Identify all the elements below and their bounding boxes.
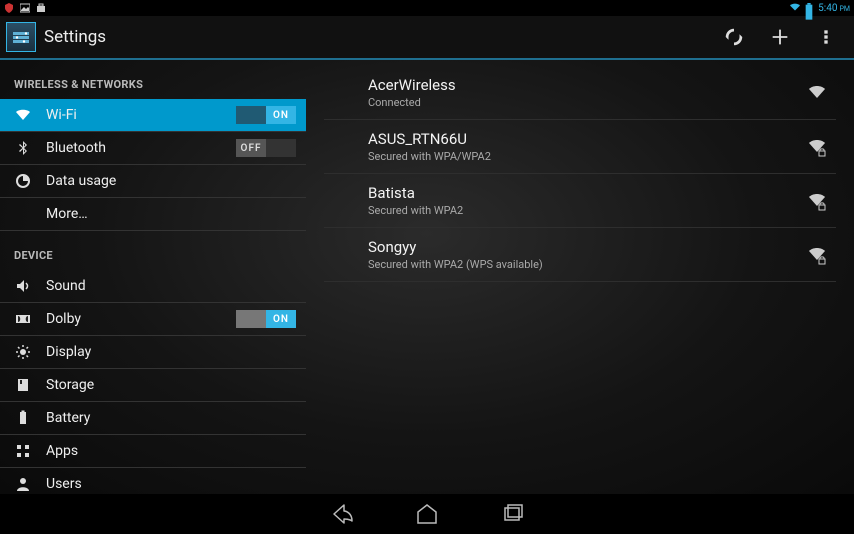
datausage-icon — [14, 172, 32, 190]
wifi-network-status: Secured with WPA/WPA2 — [368, 150, 806, 163]
action-bar: Settings — [0, 16, 854, 60]
sidebar-item-bluetooth[interactable]: Bluetooth OFF — [0, 132, 306, 165]
wifi-network-name: AcerWireless — [368, 76, 806, 94]
sidebar-item-label: Wi-Fi — [46, 107, 236, 123]
wifi-network-name: Batista — [368, 184, 806, 202]
display-icon — [14, 343, 32, 361]
wifi-signal-icon — [806, 82, 828, 104]
sidebar-item-dolby[interactable]: Dolby ON — [0, 303, 306, 336]
add-network-button[interactable] — [768, 25, 792, 49]
status-bar: 5:40 PM — [0, 0, 854, 16]
wifi-network-status: Connected — [368, 96, 806, 109]
clock-ampm: PM — [839, 5, 850, 13]
wifi-toggle[interactable]: ON — [236, 106, 296, 124]
wifi-network-item[interactable]: AcerWireless Connected — [324, 66, 836, 120]
section-header-wireless: WIRELESS & NETWORKS — [0, 60, 306, 99]
briefcase-icon — [36, 3, 46, 13]
bluetooth-icon — [14, 139, 32, 157]
page-title: Settings — [44, 27, 722, 47]
wifi-signal-icon — [806, 190, 828, 212]
recents-button[interactable] — [500, 501, 526, 527]
sidebar-item-datausage[interactable]: Data usage — [0, 165, 306, 198]
clock-time: 5:40 — [818, 3, 837, 14]
wps-button[interactable] — [722, 25, 746, 49]
sidebar-item-more[interactable]: More… — [0, 198, 306, 231]
sidebar-item-battery[interactable]: Battery — [0, 402, 306, 435]
sidebar-item-label: Battery — [46, 410, 296, 426]
image-icon — [20, 3, 30, 13]
dolby-icon — [14, 310, 32, 328]
section-header-device: DEVICE — [0, 231, 306, 270]
wifi-network-name: Songyy — [368, 238, 806, 256]
sidebar-item-label: Sound — [46, 278, 296, 294]
overflow-menu-button[interactable] — [814, 25, 838, 49]
users-icon — [14, 475, 32, 493]
sidebar-item-sound[interactable]: Sound — [0, 270, 306, 303]
sidebar-item-users[interactable]: Users — [0, 468, 306, 494]
apps-icon — [14, 442, 32, 460]
sidebar-item-wifi[interactable]: Wi-Fi ON — [0, 99, 306, 132]
sidebar-item-storage[interactable]: Storage — [0, 369, 306, 402]
wifi-network-list: AcerWireless Connected ASUS_RTN66U Secured … — [306, 60, 854, 494]
sidebar-item-label: Bluetooth — [46, 140, 236, 156]
sidebar-item-apps[interactable]: Apps — [0, 435, 306, 468]
sidebar-item-label: Display — [46, 344, 296, 360]
status-time: 5:40 PM — [818, 3, 850, 14]
back-button[interactable] — [328, 501, 354, 527]
wifi-signal-icon — [806, 136, 828, 158]
system-nav-bar — [0, 494, 854, 534]
sound-icon — [14, 277, 32, 295]
wifi-network-status: Secured with WPA2 (WPS available) — [368, 258, 806, 271]
sidebar-item-label: More… — [46, 206, 296, 222]
wifi-icon — [14, 106, 32, 124]
sidebar-item-label: Data usage — [46, 173, 296, 189]
settings-sidebar: WIRELESS & NETWORKS Wi-Fi ON Bluetooth O… — [0, 60, 306, 494]
wifi-status-icon — [790, 3, 800, 13]
wifi-signal-icon — [806, 244, 828, 266]
battery-icon — [14, 409, 32, 427]
wifi-network-item[interactable]: Batista Secured with WPA2 — [324, 174, 836, 228]
sidebar-item-label: Apps — [46, 443, 296, 459]
shield-icon — [4, 3, 14, 13]
sidebar-item-label: Users — [46, 476, 296, 492]
wifi-network-name: ASUS_RTN66U — [368, 130, 806, 148]
home-button[interactable] — [414, 501, 440, 527]
storage-icon — [14, 376, 32, 394]
sidebar-item-display[interactable]: Display — [0, 336, 306, 369]
bluetooth-toggle[interactable]: OFF — [236, 139, 296, 157]
sidebar-item-label: Dolby — [46, 311, 236, 327]
sidebar-item-label: Storage — [46, 377, 296, 393]
battery-status-icon — [804, 3, 814, 13]
wifi-network-status: Secured with WPA2 — [368, 204, 806, 217]
wifi-network-item[interactable]: ASUS_RTN66U Secured with WPA/WPA2 — [324, 120, 836, 174]
wifi-network-item[interactable]: Songyy Secured with WPA2 (WPS available) — [324, 228, 836, 282]
app-icon[interactable] — [6, 22, 36, 52]
dolby-toggle[interactable]: ON — [236, 310, 296, 328]
